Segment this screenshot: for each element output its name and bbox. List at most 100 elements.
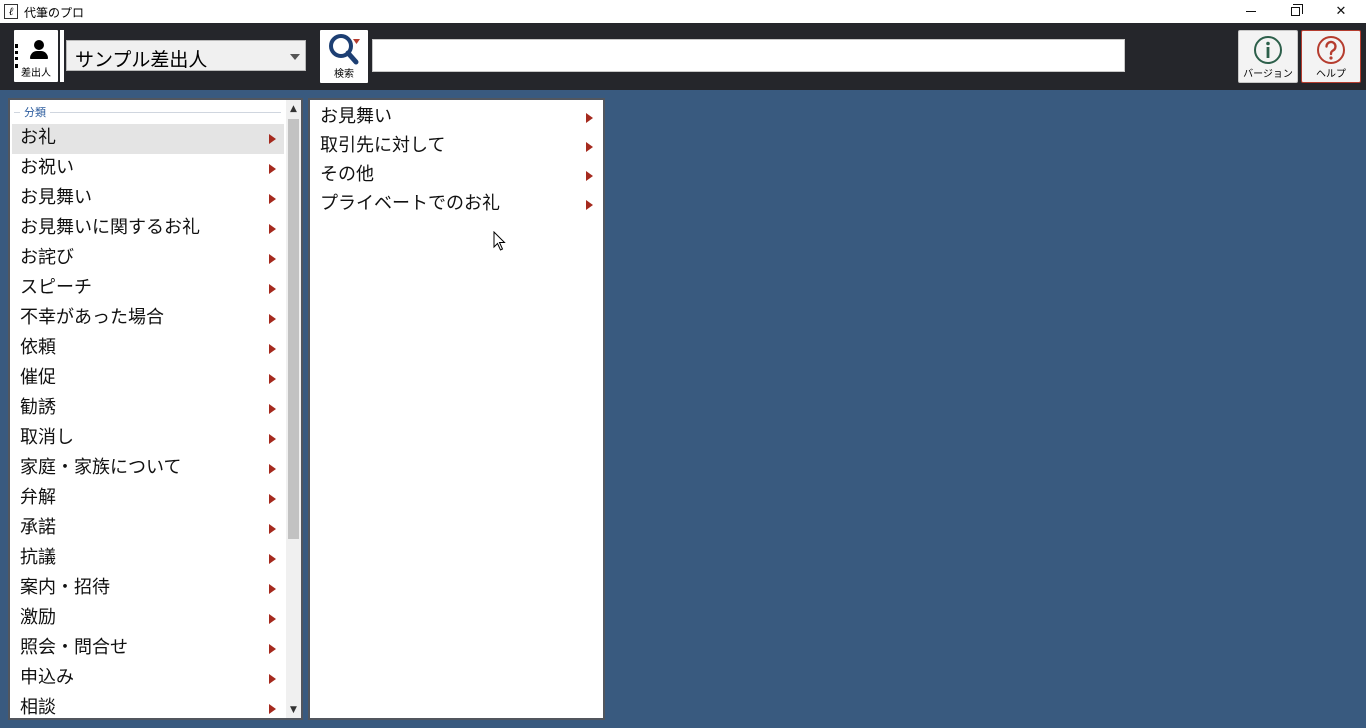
restore-icon [1290,4,1303,16]
subcategory-item-label: お見舞い [320,106,392,127]
category-item-label: 照会・問合せ [20,637,128,658]
info-icon [1254,36,1282,64]
close-button[interactable]: ✕ [1318,0,1364,23]
category-item[interactable]: 催促 [12,364,284,394]
category-scrollbar[interactable]: ▲ ▼ [286,100,301,718]
sender-dropdown[interactable]: サンプル差出人 [66,40,306,71]
chevron-right-icon [269,644,276,654]
chevron-right-icon [269,464,276,474]
category-item-label: 家庭・家族について [20,457,182,478]
category-item-label: 相談 [20,697,56,718]
chevron-right-icon [269,704,276,714]
category-item[interactable]: 激励 [12,604,284,634]
subcategory-panel: お見舞い取引先に対して その他プライベートでのお礼 [308,98,605,720]
sender-button[interactable]: 差出人 [14,30,58,82]
category-item[interactable]: 家庭・家族について [12,454,284,484]
minimize-button[interactable] [1228,0,1274,23]
legend-divider [14,112,281,113]
chevron-right-icon [269,554,276,564]
category-item-label: 催促 [20,367,56,388]
chevron-right-icon [269,434,276,444]
app-icon: ℓ [4,4,18,19]
category-item[interactable]: 弁解 [12,484,284,514]
chevron-right-icon [586,113,593,123]
close-icon: ✕ [1335,4,1347,19]
category-item-label: お詫び [20,247,74,268]
category-item-label: 勧誘 [20,397,56,418]
category-item-label: 不幸があった場合 [20,307,164,328]
category-item[interactable]: お礼 [12,124,284,154]
category-item[interactable]: 承諾 [12,514,284,544]
scroll-up-icon[interactable]: ▲ [286,100,301,117]
version-button-label: バージョン [1243,69,1293,80]
subcategory-item[interactable]: お見舞い [312,103,601,132]
subcategory-item[interactable]: プライベートでのお礼 [312,190,601,219]
category-item-label: 抗議 [20,547,56,568]
category-item[interactable]: お祝い [12,154,284,184]
search-input[interactable] [372,39,1125,72]
chevron-right-icon [269,494,276,504]
chevron-right-icon [269,194,276,204]
toolbar: 差出人 サンプル差出人 検索 バージョン ヘルプ [0,23,1366,90]
chevron-right-icon [269,374,276,384]
search-button-label: 検索 [334,69,354,80]
category-item-label: お祝い [20,157,74,178]
category-item[interactable]: 申込み [12,664,284,694]
category-item[interactable]: お見舞い [12,184,284,214]
person-icon [30,40,48,60]
category-item-label: 弁解 [20,487,56,508]
toolbar-divider [60,30,64,82]
chevron-right-icon [269,254,276,264]
chevron-down-icon [290,54,300,60]
category-item-label: お見舞いに関するお礼 [20,217,200,238]
subcategory-item[interactable]: その他 [312,161,601,190]
chevron-right-icon [269,224,276,234]
scroll-thumb[interactable] [288,119,299,539]
category-item[interactable]: スピーチ [12,274,284,304]
category-item[interactable]: 照会・問合せ [12,634,284,664]
category-item-label: スピーチ [20,277,92,298]
category-item[interactable]: 依頼 [12,334,284,364]
category-item[interactable]: 相談 [12,694,284,718]
chevron-right-icon [269,404,276,414]
help-button-label: ヘルプ [1316,69,1346,80]
subcategory-item-label: その他 [320,164,374,185]
chevron-right-icon [269,584,276,594]
category-item[interactable]: お見舞いに関するお礼 [12,214,284,244]
scroll-down-icon[interactable]: ▼ [286,701,301,718]
chevron-right-icon [269,524,276,534]
subcategory-item-label: 取引先に対して [320,135,446,156]
category-item[interactable]: 取消し [12,424,284,454]
chevron-right-icon [586,142,593,152]
chevron-right-icon [586,200,593,210]
chevron-right-icon [269,134,276,144]
category-item[interactable]: 案内・招待 [12,574,284,604]
subcategory-item[interactable]: 取引先に対して [312,132,601,161]
category-item[interactable]: 不幸があった場合 [12,304,284,334]
category-item-label: お見舞い [20,187,92,208]
category-item-label: 依頼 [20,337,56,358]
category-item-label: お礼 [20,127,56,148]
category-item[interactable]: 勧誘 [12,394,284,424]
category-item-label: 案内・招待 [20,577,110,598]
chevron-right-icon [269,674,276,684]
category-list: お礼お祝いお見舞いお見舞いに関するお礼 お詫びスピーチ不幸があった場合 依頼催促勧誘… [12,124,284,718]
help-icon [1317,36,1345,64]
search-icon [329,34,360,65]
category-item-label: 承諾 [20,517,56,538]
version-button[interactable]: バージョン [1238,30,1298,83]
title-bar: ℓ 代筆のプロ ✕ [0,0,1366,23]
help-button[interactable]: ヘルプ [1301,30,1361,83]
category-item[interactable]: 抗議 [12,544,284,574]
search-button[interactable]: 検索 [320,30,368,83]
category-item-label: 取消し [20,427,74,448]
subcategory-list: お見舞い取引先に対して その他プライベートでのお礼 [312,103,601,219]
category-item[interactable]: お詫び [12,244,284,274]
chevron-right-icon [269,164,276,174]
category-item-label: 激励 [20,607,56,628]
chevron-right-icon [269,314,276,324]
subcategory-item-label: プライベートでのお礼 [320,193,500,214]
restore-button[interactable] [1272,0,1318,23]
chevron-right-icon [586,171,593,181]
category-panel: 分類 お礼 お祝い お見舞い お見舞いに関するお礼 お詫び スピーチ 不幸があった場合 依頼催… [8,98,303,720]
